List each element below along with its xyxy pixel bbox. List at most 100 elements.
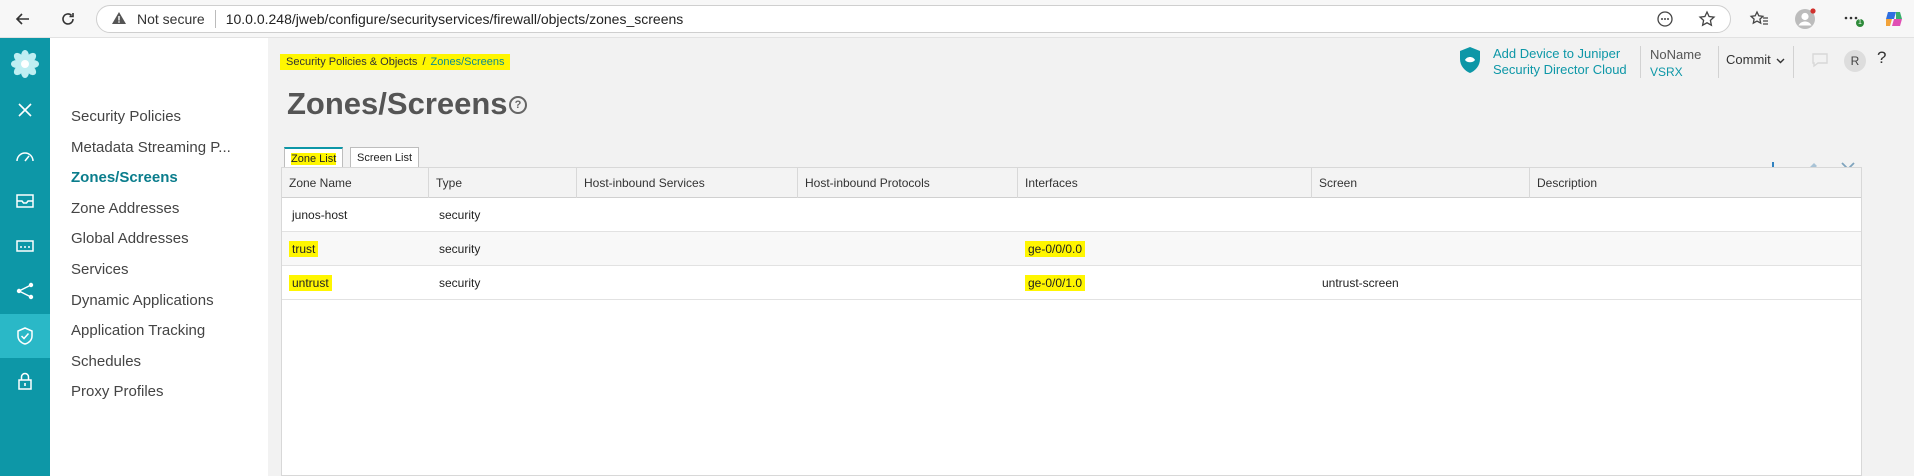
column-header-screen[interactable]: Screen [1312, 168, 1530, 198]
device-name: NoName [1650, 47, 1702, 62]
interface-text: ge-0/0/0.0 [1025, 241, 1086, 257]
header-divider [1640, 46, 1641, 78]
security-director-logo-icon[interactable] [1458, 46, 1482, 74]
cell-protocols [798, 198, 1018, 232]
security-policies-icon[interactable] [0, 314, 50, 358]
zone-name-text: untrust [289, 275, 332, 291]
page-help-icon[interactable]: ? [509, 96, 527, 114]
profile-icon[interactable] [1794, 8, 1816, 30]
column-header-description[interactable]: Description [1530, 168, 1861, 198]
column-header-type[interactable]: Type [429, 168, 577, 198]
screen-text: untrust-screen [1322, 276, 1399, 290]
header-divider [1718, 46, 1719, 78]
cell-services [577, 232, 798, 266]
url-text[interactable]: 10.0.0.248/jweb/configure/securityservic… [226, 11, 684, 27]
cell-screen: untrust-screen [1312, 266, 1530, 300]
breadcrumb: Security Policies & Objects / Zones/Scre… [280, 54, 511, 70]
breadcrumb-parent-link[interactable]: Security Policies & Objects [286, 56, 417, 68]
add-device-line1: Add Device to Juniper [1493, 46, 1621, 61]
notification-count: 1 [1858, 19, 1862, 26]
reload-icon[interactable] [56, 7, 80, 31]
column-header-interfaces[interactable]: Interfaces [1018, 168, 1312, 198]
tab-screen-list-label: Screen List [357, 152, 413, 164]
cell-type: security [429, 198, 577, 232]
cell-description [1530, 198, 1861, 232]
more-options-icon[interactable]: 1 [1843, 8, 1865, 30]
cell-services [577, 198, 798, 232]
device-icon[interactable] [0, 224, 50, 268]
close-icon[interactable] [0, 88, 50, 132]
cell-screen [1312, 198, 1530, 232]
commit-dropdown[interactable]: Commit [1726, 52, 1785, 67]
sidebar-item-schedules[interactable]: Schedules [71, 353, 141, 370]
sidebar-item-proxy-profiles[interactable]: Proxy Profiles [71, 383, 164, 400]
cell-protocols [798, 266, 1018, 300]
table-header: Zone Name Type Host-inbound Services Hos… [282, 168, 1861, 198]
column-header-host-inbound-protocols[interactable]: Host-inbound Protocols [798, 168, 1018, 198]
breadcrumb-current: Zones/Screens [430, 56, 505, 68]
cell-description [1530, 232, 1861, 266]
interface-text: ge-0/0/1.0 [1025, 275, 1086, 291]
sidebar-item-zone-addresses[interactable]: Zone Addresses [71, 200, 179, 217]
breadcrumb-separator: / [422, 56, 426, 68]
icon-rail [0, 38, 50, 476]
network-icon[interactable] [0, 269, 50, 313]
address-divider [214, 10, 216, 28]
back-icon[interactable] [11, 7, 35, 31]
zones-table: Zone Name Type Host-inbound Services Hos… [281, 167, 1862, 476]
cell-interfaces: ge-0/0/0.0 [1018, 232, 1312, 266]
type-text: security [439, 242, 481, 256]
zone-name-text: junos-host [292, 208, 348, 222]
sidebar-item-services[interactable]: Services [71, 261, 129, 278]
add-device-link[interactable]: Add Device to Juniper Security Director … [1493, 46, 1627, 78]
reader-icon[interactable] [1654, 8, 1676, 30]
chevron-down-icon [1776, 58, 1785, 64]
column-header-host-inbound-services[interactable]: Host-inbound Services [577, 168, 798, 198]
help-icon[interactable]: ? [1877, 48, 1886, 68]
sidebar-item-metadata-streaming[interactable]: Metadata Streaming P... [71, 139, 231, 156]
cell-description [1530, 266, 1861, 300]
favorites-icon[interactable] [1748, 8, 1770, 30]
address-bar[interactable]: Not secure 10.0.0.248/jweb/configure/sec… [96, 5, 1731, 33]
user-avatar[interactable]: R [1844, 50, 1866, 72]
device-type: VSRX [1650, 65, 1683, 79]
cell-protocols [798, 232, 1018, 266]
header-divider [1793, 46, 1794, 78]
tab-zone-list-label: Zone List [291, 152, 337, 165]
table-row[interactable]: untrust security ge-0/0/1.0 untrust-scre… [282, 266, 1861, 300]
monitor-icon[interactable] [0, 179, 50, 223]
cell-type: security [429, 232, 577, 266]
cell-type: security [429, 266, 577, 300]
sidebar-item-application-tracking[interactable]: Application Tracking [71, 322, 205, 339]
dashboard-icon[interactable] [0, 134, 50, 178]
sidebar-item-global-addresses[interactable]: Global Addresses [71, 230, 189, 247]
sidebar-item-security-policies[interactable]: Security Policies [71, 108, 181, 125]
table-row[interactable]: trust security ge-0/0/0.0 [282, 232, 1861, 266]
lock-icon[interactable] [0, 359, 50, 403]
main-content: Security Policies & Objects / Zones/Scre… [268, 38, 1914, 476]
warning-icon [111, 10, 131, 29]
zone-name-text: trust [289, 241, 319, 257]
sidebar-item-dynamic-applications[interactable]: Dynamic Applications [71, 292, 214, 309]
type-text: security [439, 208, 481, 222]
messages-icon[interactable] [1810, 50, 1830, 75]
favorite-star-icon[interactable] [1696, 8, 1718, 30]
table-row[interactable]: junos-host security [282, 198, 1861, 232]
commit-label: Commit [1726, 52, 1771, 67]
column-header-zone-name[interactable]: Zone Name [282, 168, 429, 198]
cell-screen [1312, 232, 1530, 266]
sidebar-item-zones-screens[interactable]: Zones/Screens [71, 169, 178, 186]
browser-toolbar: Not secure 10.0.0.248/jweb/configure/sec… [0, 0, 1914, 38]
juniper-logo-icon[interactable] [0, 40, 50, 88]
tab-zone-list[interactable]: Zone List [284, 147, 344, 169]
security-label: Not secure [137, 11, 205, 27]
sidebar: Security Policies Metadata Streaming P..… [50, 38, 268, 476]
cell-services [577, 266, 798, 300]
cell-zone-name: trust [282, 232, 429, 266]
tab-screen-list[interactable]: Screen List [350, 147, 420, 169]
type-text: security [439, 276, 481, 290]
cell-interfaces [1018, 198, 1312, 232]
copilot-icon[interactable] [1883, 8, 1905, 30]
cell-interfaces: ge-0/0/1.0 [1018, 266, 1312, 300]
page-title: Zones/Screens [287, 86, 508, 121]
